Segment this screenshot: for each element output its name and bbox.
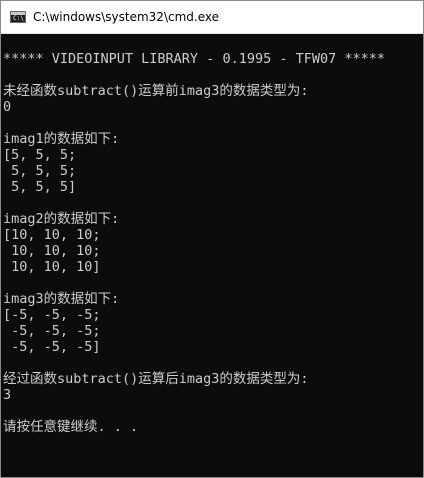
console-line: imag2的数据如下: — [3, 211, 120, 227]
console-line: 10, 10, 10] — [3, 259, 101, 275]
console-line: 0 — [3, 99, 12, 115]
console-line: 5, 5, 5; — [3, 163, 77, 179]
console-line: 经过函数subtract()运算后imag3的数据类型为: — [3, 371, 309, 387]
console-line: imag3的数据如下: — [3, 291, 120, 307]
console-line: ***** VIDEOINPUT LIBRARY - 0.1995 - TFW0… — [3, 51, 386, 67]
console-output[interactable]: ***** VIDEOINPUT LIBRARY - 0.1995 - TFW0… — [1, 34, 423, 477]
window-title: C:\windows\system32\cmd.exe — [33, 10, 219, 24]
console-line: -5, -5, -5] — [3, 339, 101, 355]
console-line: -5, -5, -5; — [3, 323, 101, 339]
console-line: 5, 5, 5] — [3, 179, 77, 195]
console-line: [5, 5, 5; — [3, 147, 77, 163]
console-line: [-5, -5, -5; — [3, 307, 101, 323]
console-line: 10, 10, 10; — [3, 243, 101, 259]
console-line: 未经函数subtract()运算前imag3的数据类型为: — [3, 83, 309, 99]
cmd-window: C:\ C:\windows\system32\cmd.exe ***** VI… — [0, 0, 424, 478]
console-line: 3 — [3, 387, 12, 403]
console-window-icon: C:\ — [10, 11, 26, 23]
title-bar[interactable]: C:\ C:\windows\system32\cmd.exe — [1, 1, 423, 34]
console-line: [10, 10, 10; — [3, 227, 101, 243]
console-line: imag1的数据如下: — [3, 131, 120, 147]
console-line: 请按任意键继续. . . — [3, 419, 139, 435]
